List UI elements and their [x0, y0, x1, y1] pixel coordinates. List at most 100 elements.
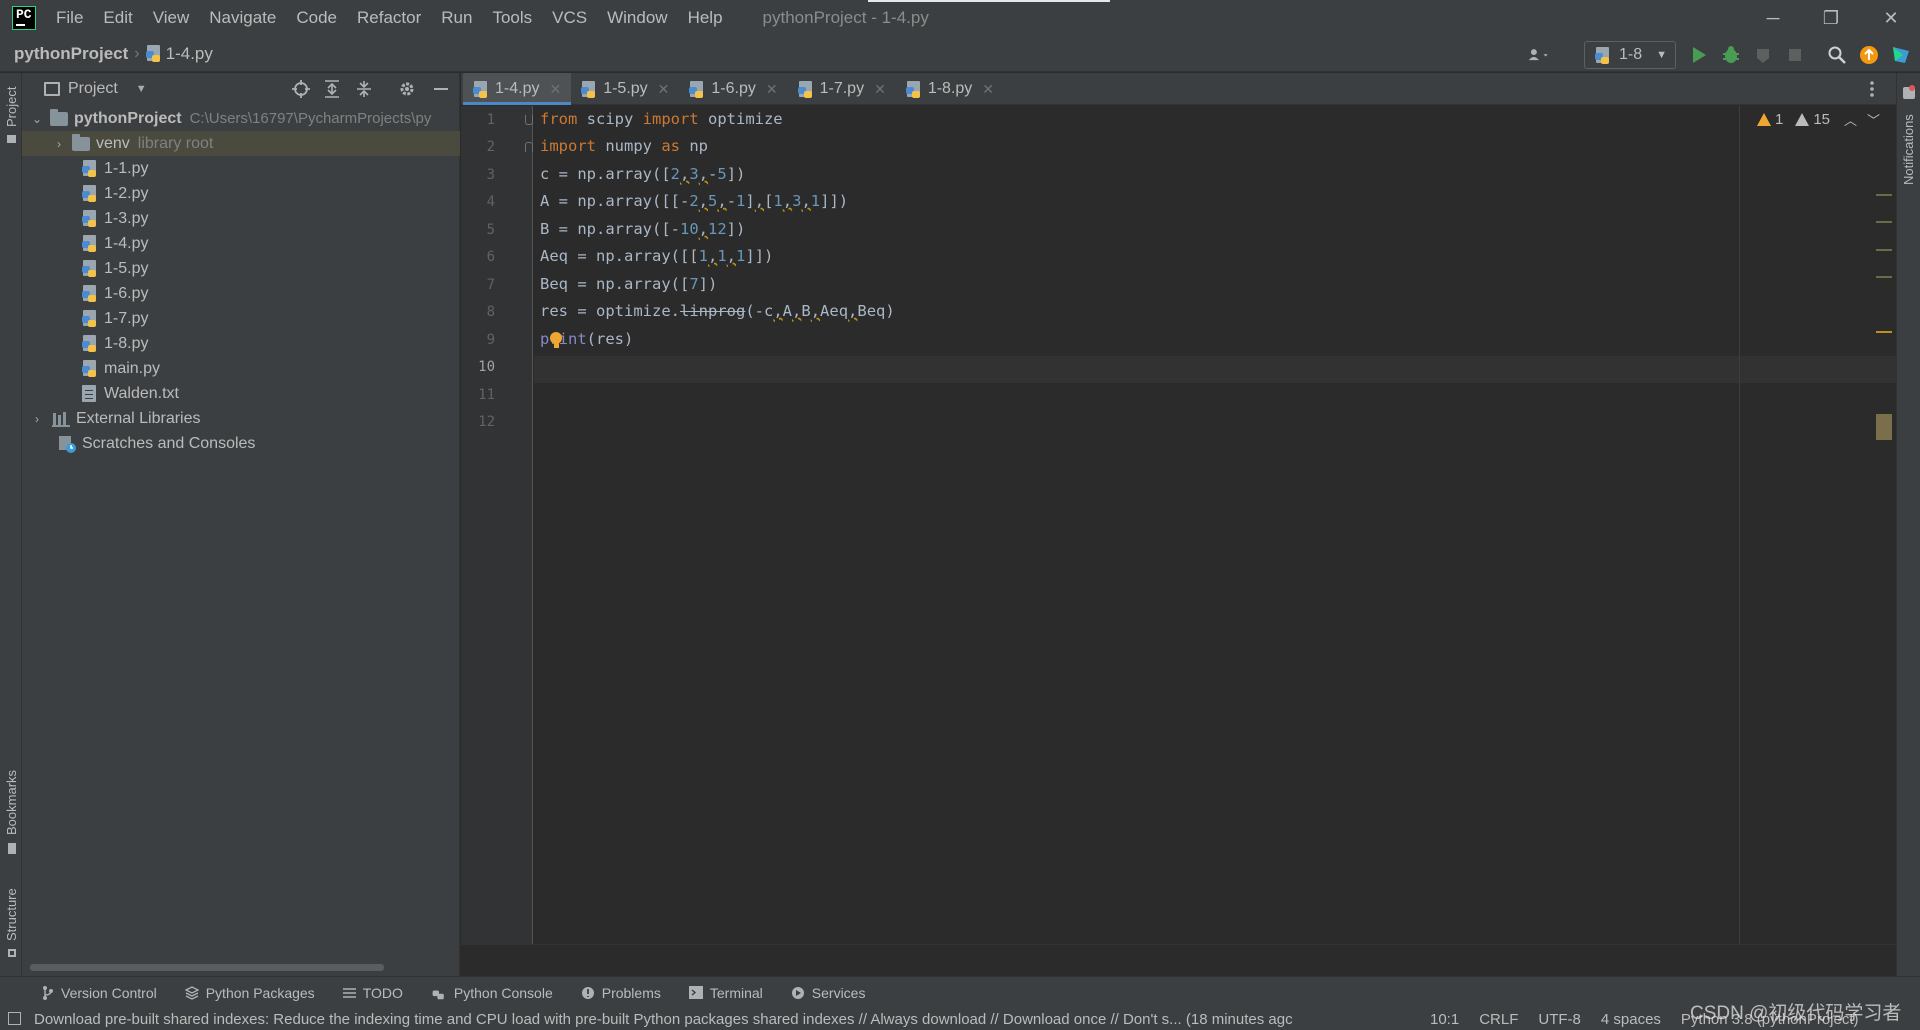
tree-item-file[interactable]: 1-8.py — [22, 331, 460, 356]
python-console-button[interactable]: Python Console — [431, 984, 553, 1001]
menu-view[interactable]: View — [153, 8, 190, 28]
branch-icon — [42, 985, 54, 1000]
close-tab-icon[interactable]: ✕ — [549, 81, 561, 98]
line-number: 7 — [486, 277, 495, 293]
more-options-icon[interactable] — [1870, 80, 1874, 98]
locate-file-icon[interactable] — [292, 80, 310, 98]
menu-vcs[interactable]: VCS — [552, 8, 587, 28]
stripe-mark[interactable] — [1876, 194, 1892, 196]
tab-1-8[interactable]: 1-8.py ✕ — [896, 73, 1004, 105]
line-number: 6 — [486, 249, 495, 265]
chevron-right-icon[interactable]: › — [52, 137, 66, 151]
menu-tools[interactable]: Tools — [492, 8, 532, 28]
restore-button[interactable]: ❐ — [1802, 0, 1860, 36]
menu-help[interactable]: Help — [688, 8, 723, 28]
tree-item-file[interactable]: 1-6.py — [22, 281, 460, 306]
fold-end-icon[interactable] — [525, 142, 533, 152]
menu-window[interactable]: Window — [607, 8, 667, 28]
problems-button[interactable]: Problems — [581, 985, 661, 1001]
project-horizontal-scrollbar[interactable] — [30, 964, 384, 971]
bookmarks-tool-window-button[interactable]: Bookmarks — [4, 770, 19, 835]
services-button[interactable]: Services — [791, 985, 865, 1001]
user-account-icon[interactable] — [1528, 44, 1550, 66]
chevron-right-icon[interactable]: › — [30, 412, 44, 426]
menu-file[interactable]: File — [56, 8, 83, 28]
editor-scroll-thumb[interactable] — [1876, 414, 1892, 440]
tab-1-5[interactable]: 1-5.py ✕ — [571, 73, 679, 105]
line-number: 8 — [486, 304, 495, 320]
inspection-widget[interactable]: 1 15 ︿ ﹀ — [1757, 110, 1880, 129]
chevron-up-icon[interactable]: ︿ — [1844, 110, 1857, 129]
terminal-button[interactable]: Terminal — [688, 985, 763, 1001]
minimize-button[interactable]: ─ — [1744, 0, 1802, 36]
coverage-button[interactable] — [1752, 44, 1774, 66]
chevron-down-icon[interactable]: ▼ — [136, 83, 147, 95]
python-packages-button[interactable]: Python Packages — [184, 985, 315, 1001]
gear-icon[interactable] — [398, 80, 416, 98]
menu-refactor[interactable]: Refactor — [357, 8, 421, 28]
tree-item-file[interactable]: Walden.txt — [22, 381, 460, 406]
status-message[interactable]: Download pre-built shared indexes: Reduc… — [34, 1011, 1410, 1028]
search-icon[interactable] — [1826, 44, 1848, 66]
tree-item-file[interactable]: 1-5.py — [22, 256, 460, 281]
tree-item-file[interactable]: 1-4.py — [22, 231, 460, 256]
menu-edit[interactable]: Edit — [103, 8, 132, 28]
tab-1-7[interactable]: 1-7.py ✕ — [788, 73, 896, 105]
tree-root-pythonproject[interactable]: ⌄ pythonProject C:\Users\16797\PycharmPr… — [22, 106, 460, 131]
tree-item-scratches[interactable]: Scratches and Consoles — [22, 431, 460, 456]
tree-item-venv[interactable]: › venv library root — [22, 131, 460, 156]
menu-code[interactable]: Code — [296, 8, 337, 28]
indent-setting[interactable]: 4 spaces — [1601, 1011, 1661, 1028]
chevron-down-icon[interactable]: ⌄ — [30, 112, 44, 126]
debug-button[interactable] — [1720, 44, 1742, 66]
line-separator[interactable]: CRLF — [1479, 1011, 1518, 1028]
project-tool-window-button[interactable]: Project — [4, 87, 19, 127]
close-tab-icon[interactable]: ✕ — [982, 81, 994, 98]
bookmark-icon — [8, 843, 16, 854]
tree-item-external-libraries[interactable]: › External Libraries — [22, 406, 460, 431]
collapse-all-icon[interactable] — [356, 80, 372, 98]
hide-panel-icon[interactable] — [434, 88, 448, 90]
breadcrumb-project[interactable]: pythonProject — [14, 44, 128, 64]
stop-button[interactable] — [1784, 44, 1806, 66]
menu-navigate[interactable]: Navigate — [209, 8, 276, 28]
menu-run[interactable]: Run — [441, 8, 472, 28]
tree-item-file[interactable]: main.py — [22, 356, 460, 381]
version-control-button[interactable]: Version Control — [42, 985, 157, 1001]
stripe-mark[interactable] — [1876, 249, 1892, 251]
run-configuration-select[interactable]: 1-8 ▼ — [1584, 41, 1676, 69]
stripe-mark-warning[interactable] — [1876, 331, 1892, 333]
tree-item-file[interactable]: 1-2.py — [22, 181, 460, 206]
file-encoding[interactable]: UTF-8 — [1538, 1011, 1581, 1028]
update-icon[interactable] — [1858, 44, 1880, 66]
run-button[interactable] — [1688, 44, 1710, 66]
file-name: main.py — [104, 359, 161, 377]
stripe-mark[interactable] — [1876, 221, 1892, 223]
close-window-button[interactable]: ✕ — [1862, 0, 1920, 36]
breadcrumb-file[interactable]: 1-4.py — [166, 44, 213, 64]
todo-button[interactable]: TODO — [342, 985, 403, 1001]
version-control-label: Version Control — [61, 984, 157, 1001]
scratches-icon — [58, 435, 76, 453]
close-tab-icon[interactable]: ✕ — [766, 81, 778, 98]
caret-position[interactable]: 10:1 — [1430, 1011, 1459, 1028]
breadcrumb-separator-icon: › — [134, 44, 140, 62]
stripe-mark[interactable] — [1876, 276, 1892, 278]
code-line-4: A = np.array([[-2,5,-1],[1,3,1]]) — [540, 192, 849, 210]
chevron-down-icon[interactable]: ﹀ — [1867, 110, 1880, 129]
tool-windows-toggle-icon[interactable] — [8, 1012, 21, 1025]
close-tab-icon[interactable]: ✕ — [658, 81, 670, 98]
expand-all-icon[interactable] — [324, 80, 340, 98]
fold-start-icon[interactable] — [525, 115, 533, 125]
jetbrains-logo-icon[interactable] — [1890, 44, 1912, 66]
tab-1-4[interactable]: 1-4.py ✕ — [463, 73, 572, 105]
notifications-tool-window-button[interactable]: Notifications — [1901, 114, 1916, 185]
tab-1-6[interactable]: 1-6.py ✕ — [679, 73, 787, 105]
tree-item-file[interactable]: 1-3.py — [22, 206, 460, 231]
tree-item-file[interactable]: 1-1.py — [22, 156, 460, 181]
close-tab-icon[interactable]: ✕ — [874, 81, 886, 98]
structure-tool-window-button[interactable]: Structure — [4, 888, 19, 941]
python-console-label: Python Console — [453, 984, 553, 1001]
tree-item-file[interactable]: 1-7.py — [22, 306, 460, 331]
project-panel-title[interactable]: Project — [68, 80, 118, 98]
